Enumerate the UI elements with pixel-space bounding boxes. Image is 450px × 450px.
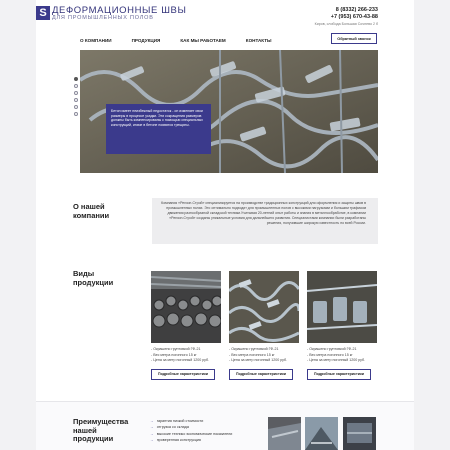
product-details-button[interactable]: Подробные характеристики	[151, 368, 215, 380]
phone-secondary[interactable]: +7 (953) 670-43-88	[331, 14, 378, 20]
advantage-item: → проверенная конструкция	[150, 437, 232, 443]
slider-dot[interactable]	[74, 98, 78, 102]
slider-dots	[74, 77, 78, 116]
advantage-photo	[305, 417, 338, 450]
nav-item-products[interactable]: ПРОДУКЦИЯ	[132, 38, 161, 43]
slider-dot[interactable]	[74, 84, 78, 88]
product-card: - Окрашено грунтовкой ГФ-21 - Вес метра …	[151, 271, 221, 380]
product-details-button[interactable]: Подробные характеристики	[229, 368, 293, 380]
advantage-text: гарантия низкой стоимости	[156, 419, 204, 423]
advantages-title: Преимущества нашей продукции	[73, 417, 129, 444]
advantage-photo	[268, 417, 301, 450]
slider-dot[interactable]	[74, 77, 78, 81]
advantage-text: проверенная конструкция	[156, 437, 201, 442]
slider-dot[interactable]	[74, 112, 78, 116]
arrow-right-icon: →	[150, 425, 154, 430]
nav-item-about[interactable]: О КОМПАНИИ	[80, 38, 112, 43]
arrow-right-icon: →	[150, 419, 154, 423]
logo-icon[interactable]: S	[36, 6, 50, 20]
product-image[interactable]	[151, 271, 221, 343]
product-specs: - Окрашено грунтовкой ГФ-21 - Вес метра …	[307, 347, 377, 364]
slider-dot[interactable]	[74, 105, 78, 109]
callback-button[interactable]: Обратный звонок	[331, 33, 377, 44]
product-image[interactable]	[307, 271, 377, 343]
products-title: Виды продукции	[73, 269, 114, 287]
advantage-text: отгрузка со склада	[156, 425, 189, 430]
nav-item-contacts[interactable]: КОНТАКТЫ	[246, 38, 272, 43]
arrow-right-icon: →	[150, 431, 154, 436]
product-card: - Окрашено грунтовкой ГФ-21 - Вес метра …	[307, 271, 377, 380]
about-title: О нашей компании	[73, 202, 110, 220]
slider-dot[interactable]	[74, 91, 78, 95]
product-spec: - Цена за метр погонный 1200 руб.	[151, 358, 210, 363]
product-specs: - Окрашено грунтовкой ГФ-21 - Вес метра …	[229, 347, 299, 364]
advantage-item: → высокие технико экономические показател…	[150, 431, 232, 437]
arrow-right-icon: →	[150, 437, 154, 442]
advantage-photo	[343, 417, 376, 450]
advantages-list: → гарантия низкой стоимости → отгрузка со …	[150, 418, 232, 443]
product-specs: - Окрашено грунтовкой ГФ-21 - Вес метра …	[151, 347, 221, 364]
main-nav: О КОМПАНИИ ПРОДУКЦИЯ КАК МЫ РАБОТАЕМ КОН…	[80, 38, 292, 43]
phone-primary[interactable]: 8 (8332) 266-233	[336, 7, 378, 13]
address: Киров, слобода Большая Сочнево 2 б	[314, 22, 378, 26]
hero-caption: Бетон имеет неизбежный недостаток - он и…	[106, 104, 211, 154]
product-spec: - Цена за метр погонный 1200 руб.	[229, 358, 288, 363]
about-text: Компания «Регион-Строй» специализируется…	[161, 201, 366, 225]
advantage-text: высокие технико экономические показатели	[156, 431, 233, 436]
product-spec: - Цена за метр погонный 1200 руб.	[307, 358, 366, 363]
logo-subtitle: для промышленных полов	[52, 15, 154, 21]
product-card: - Окрашено грунтовкой ГФ-21 - Вес метра …	[229, 271, 299, 380]
nav-item-how-we-work[interactable]: КАК МЫ РАБОТАЕМ	[180, 38, 225, 43]
product-image[interactable]	[229, 271, 299, 343]
product-details-button[interactable]: Подробные характеристики	[307, 368, 371, 380]
